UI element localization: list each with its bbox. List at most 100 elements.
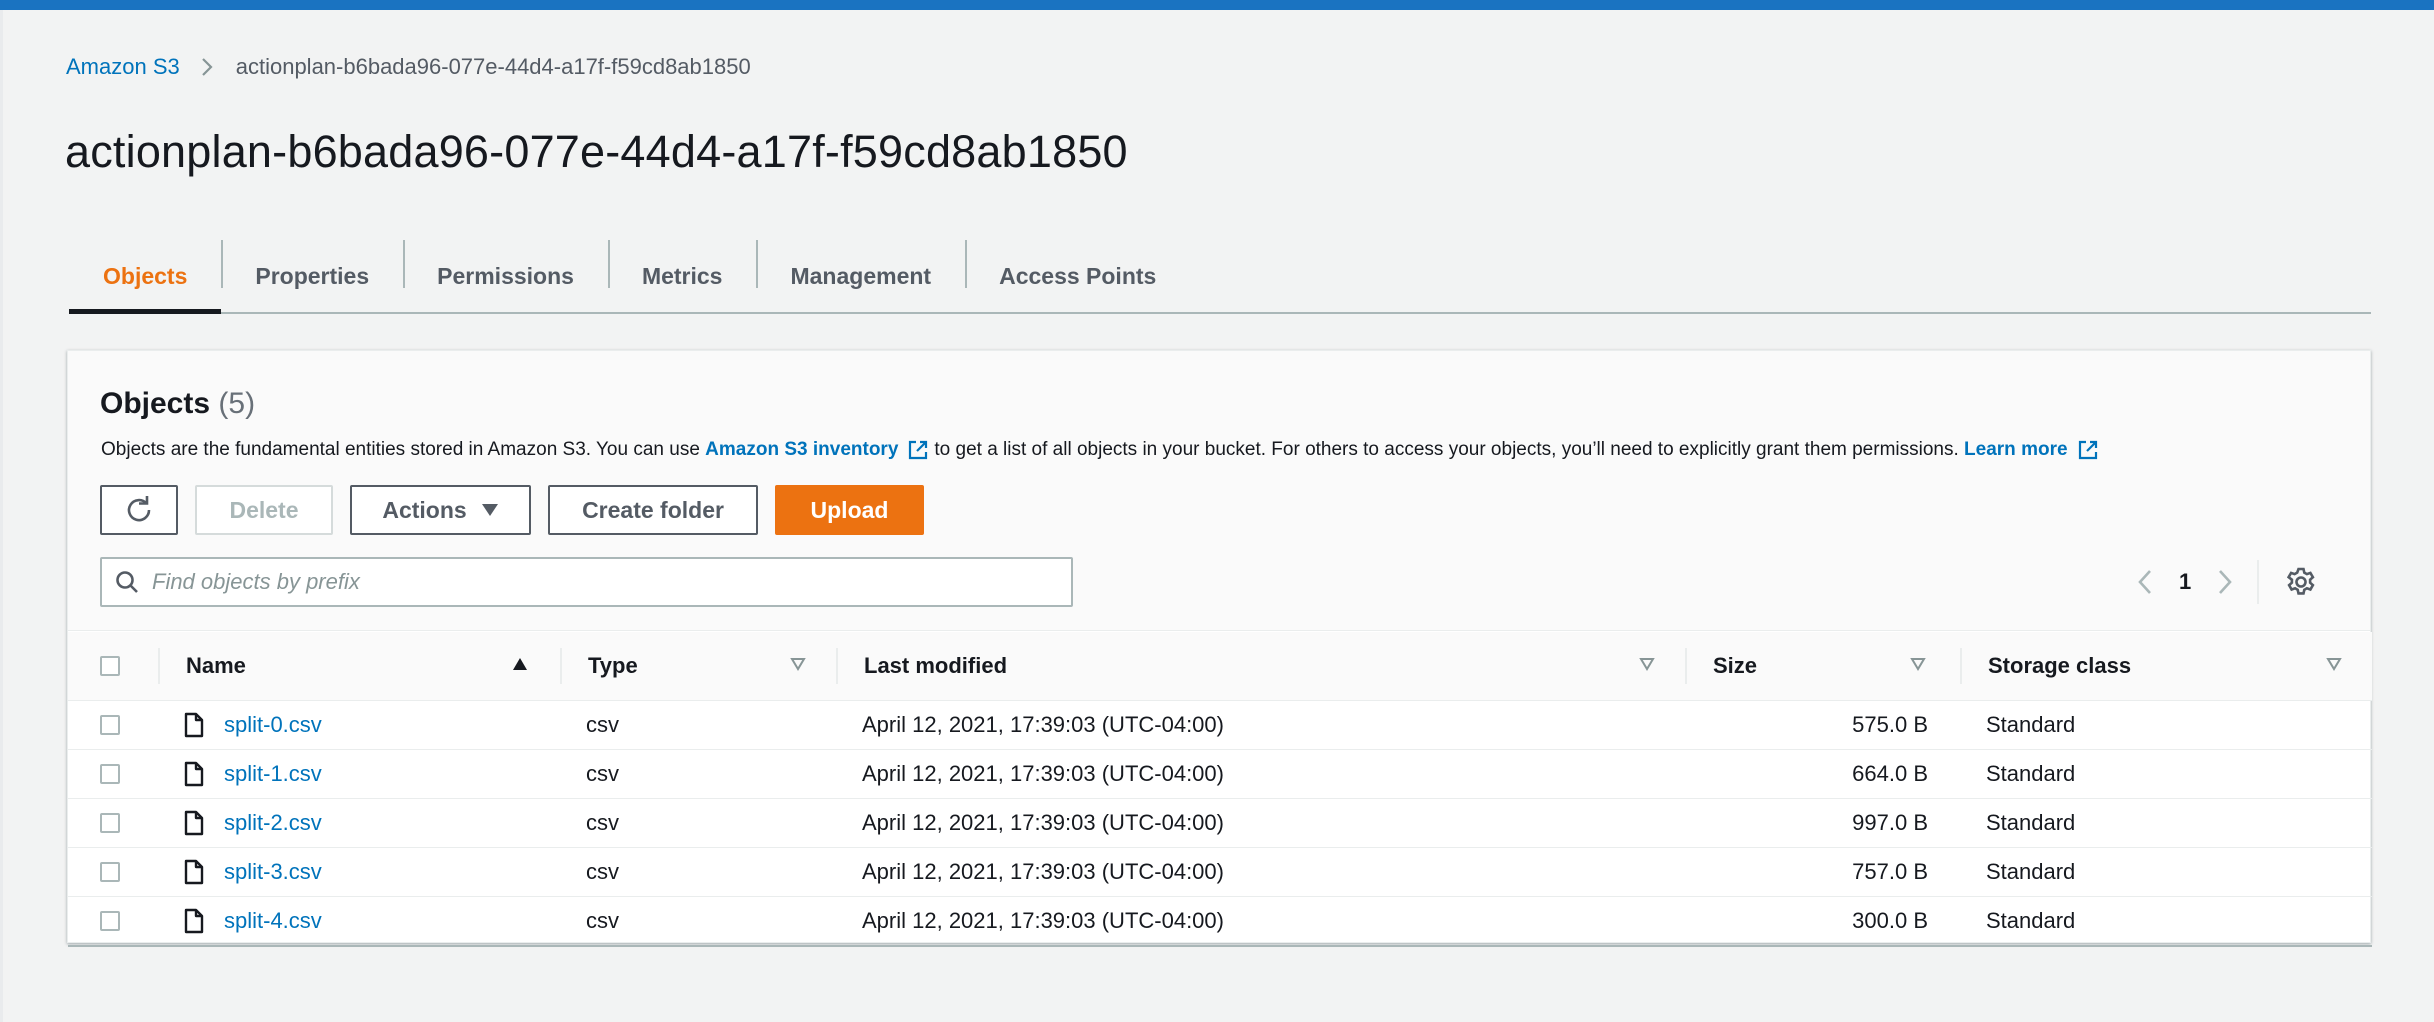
- row-select-cell: [68, 700, 158, 749]
- chevron-left-icon[interactable]: [2135, 567, 2155, 597]
- tab-access-points[interactable]: Access Points: [965, 240, 1190, 312]
- type-cell: csv: [586, 809, 619, 835]
- description-text-1: Objects are the fundamental entities sto…: [101, 439, 700, 460]
- row-select-cell: [68, 798, 158, 847]
- chevron-right-icon: [201, 58, 213, 76]
- refresh-button[interactable]: [100, 485, 178, 535]
- object-name-link[interactable]: split-4.csv: [224, 908, 322, 934]
- left-edge: [0, 10, 3, 1022]
- storage-class-cell: Standard: [1986, 760, 2076, 786]
- type-cell: csv: [586, 760, 619, 786]
- row-checkbox[interactable]: [100, 910, 120, 931]
- column-header-type[interactable]: Type: [560, 632, 836, 701]
- tab-management[interactable]: Management: [756, 240, 965, 312]
- breadcrumb: Amazon S3 actionplan-b6bada96-077e-44d4-…: [66, 52, 751, 82]
- file-icon: [184, 859, 204, 884]
- select-all-header: [68, 632, 158, 701]
- row-select-cell: [68, 847, 158, 896]
- tab-properties[interactable]: Properties: [221, 240, 403, 312]
- column-header-size[interactable]: Size: [1685, 632, 1960, 701]
- file-icon: [184, 712, 204, 737]
- last-modified-cell: April 12, 2021, 17:39:03 (UTC-04:00): [862, 858, 1224, 884]
- row-select-cell: [68, 749, 158, 798]
- row-checkbox[interactable]: [100, 714, 120, 735]
- delete-button[interactable]: Delete: [195, 485, 333, 535]
- table-header-row: Name Type Last modified Size Storage cla…: [68, 632, 2372, 701]
- objects-panel-header: Objects (5) Objects are the fundamental …: [68, 351, 2370, 631]
- size-header-label: Size: [1713, 652, 1758, 678]
- storage-class-cell: Standard: [1986, 711, 2076, 737]
- column-header-name[interactable]: Name: [158, 632, 560, 701]
- tab-objects[interactable]: Objects: [69, 240, 222, 314]
- caret-down-icon: [481, 504, 498, 516]
- size-cell: 757.0 B: [1852, 858, 1928, 884]
- column-header-last-modified[interactable]: Last modified: [836, 632, 1685, 701]
- sort-icon[interactable]: [1910, 656, 1926, 672]
- select-all-checkbox[interactable]: [100, 655, 120, 676]
- storage-class-cell: Standard: [1986, 907, 2076, 933]
- actions-dropdown-button[interactable]: Actions: [350, 485, 531, 535]
- objects-table: Name Type Last modified Size Storage cla…: [68, 632, 2372, 947]
- row-checkbox[interactable]: [100, 763, 120, 784]
- sort-ascending-icon[interactable]: [512, 656, 528, 672]
- last-modified-header-label: Last modified: [864, 652, 1008, 678]
- find-objects-input[interactable]: [152, 569, 1032, 595]
- bucket-tabs: Objects Properties Permissions Metrics M…: [69, 240, 2371, 314]
- table-row: split-2.csv csv April 12, 2021, 17:39:03…: [68, 798, 2372, 847]
- chevron-right-icon[interactable]: [2215, 567, 2235, 597]
- table-row: split-4.csv csv April 12, 2021, 17:39:03…: [68, 896, 2372, 946]
- page-number[interactable]: 1: [2179, 569, 2191, 595]
- breadcrumb-current: actionplan-b6bada96-077e-44d4-a17f-f59cd…: [235, 54, 751, 79]
- sort-icon[interactable]: [1639, 656, 1655, 672]
- create-folder-button[interactable]: Create folder: [548, 485, 758, 535]
- storage-class-cell: Standard: [1986, 858, 2076, 884]
- object-name-link[interactable]: split-1.csv: [224, 761, 322, 787]
- name-cell: split-0.csv: [158, 700, 560, 749]
- file-icon: [184, 810, 204, 835]
- object-name-link[interactable]: split-3.csv: [224, 859, 322, 885]
- last-modified-cell: April 12, 2021, 17:39:03 (UTC-04:00): [862, 711, 1224, 737]
- inventory-link[interactable]: Amazon S3 inventory: [705, 439, 898, 461]
- upload-button[interactable]: Upload: [775, 485, 924, 535]
- tab-metrics[interactable]: Metrics: [607, 240, 757, 312]
- size-cell: 664.0 B: [1852, 760, 1928, 786]
- search-icon: [116, 571, 138, 593]
- last-modified-cell: April 12, 2021, 17:39:03 (UTC-04:00): [862, 760, 1224, 786]
- objects-description: Objects are the fundamental entities sto…: [101, 439, 2104, 461]
- row-select-cell: [68, 896, 158, 946]
- table-row: split-3.csv csv April 12, 2021, 17:39:03…: [68, 847, 2372, 896]
- type-cell: csv: [586, 711, 619, 737]
- object-name-link[interactable]: split-0.csv: [224, 712, 322, 738]
- table-row: split-0.csv csv April 12, 2021, 17:39:03…: [68, 700, 2372, 749]
- pagination-divider: [2257, 560, 2260, 604]
- object-name-link[interactable]: split-2.csv: [224, 810, 322, 836]
- tab-permissions[interactable]: Permissions: [403, 240, 608, 312]
- objects-panel-title: Objects (5): [100, 387, 255, 421]
- name-cell: split-2.csv: [158, 798, 560, 847]
- external-link-icon[interactable]: [2077, 439, 2099, 461]
- description-text-2: to get a list of all objects in your buc…: [934, 439, 1959, 460]
- table-row: split-1.csv csv April 12, 2021, 17:39:03…: [68, 749, 2372, 798]
- external-link-icon[interactable]: [907, 439, 929, 461]
- file-icon: [184, 761, 204, 786]
- breadcrumb-amazon-s3-link[interactable]: Amazon S3: [66, 54, 180, 80]
- objects-toolbar: Delete Actions Create folder Upload: [100, 485, 941, 535]
- column-header-storage-class[interactable]: Storage class: [1960, 632, 2372, 701]
- gear-icon[interactable]: [2285, 566, 2317, 598]
- sort-icon[interactable]: [2326, 656, 2342, 672]
- sort-icon[interactable]: [790, 656, 806, 672]
- objects-panel: Objects (5) Objects are the fundamental …: [67, 350, 2372, 946]
- type-cell: csv: [586, 907, 619, 933]
- name-cell: split-3.csv: [158, 847, 560, 896]
- search-box: [100, 557, 1073, 607]
- size-cell: 997.0 B: [1852, 809, 1928, 835]
- row-checkbox[interactable]: [100, 812, 120, 833]
- name-cell: split-1.csv: [158, 749, 560, 798]
- size-cell: 300.0 B: [1852, 907, 1928, 933]
- last-modified-cell: April 12, 2021, 17:39:03 (UTC-04:00): [862, 907, 1224, 933]
- top-bar: [0, 0, 2434, 10]
- pagination: 1: [2135, 557, 2317, 607]
- last-modified-cell: April 12, 2021, 17:39:03 (UTC-04:00): [862, 809, 1224, 835]
- learn-more-link[interactable]: Learn more: [1964, 439, 2067, 461]
- row-checkbox[interactable]: [100, 861, 120, 882]
